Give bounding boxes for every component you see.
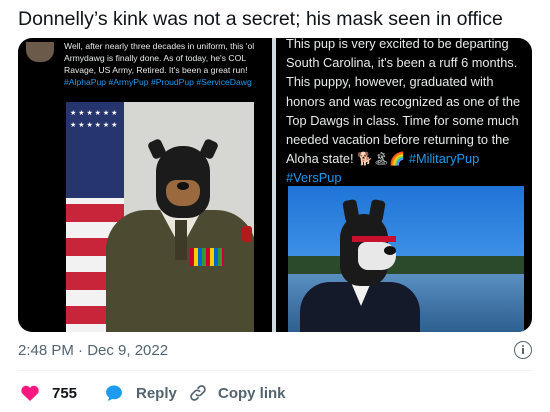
flag-canton [66,102,124,198]
lake-photo [288,186,524,332]
shoulder-patch [242,226,252,242]
info-icon[interactable] [514,341,532,359]
necktie [175,220,187,260]
like-count: 755 [52,384,78,402]
reply-label: Reply [136,384,177,402]
media-image-right[interactable]: This pup is very excited to be departing… [276,38,532,332]
tweet-text: Donnelly’s kink was not a secret; his ma… [18,8,503,30]
left-caption-hashtags: #AlphaPup #ArmyPup #ProudPup #ServiceDaw… [64,77,252,87]
mask-nose [177,182,189,190]
tree-line [288,256,524,276]
copy-link-label: Copy link [218,384,286,402]
uniform-photo [66,102,254,332]
tweet-timestamp[interactable]: 2:48 PM · Dec 9, 2022 [18,342,168,359]
copy-link-button[interactable]: Copy link [188,381,286,405]
tweet-media[interactable]: Well, after nearly three decades in unif… [18,38,532,332]
ribbon-rack [190,248,224,266]
media-image-left[interactable]: Well, after nearly three decades in unif… [18,38,272,332]
tweet-actions: 755 Reply Copy link [18,381,532,405]
tweet-meta: 2:48 PM · Dec 9, 2022 [18,340,532,364]
divider [18,370,532,371]
link-icon [190,385,206,401]
reply-button[interactable]: Reply [104,381,177,405]
heart-icon [21,385,39,401]
right-image-caption: This pup is very excited to be departing… [286,38,530,188]
left-caption-text: Well, after nearly three decades in unif… [64,41,255,75]
mask-nose [384,246,396,255]
reply-icon [106,385,122,401]
left-image-caption: Well, after nearly three decades in unif… [64,40,266,88]
avatar [26,42,54,62]
right-caption-text: This pup is very excited to be departing… [286,38,521,167]
like-button[interactable]: 755 [20,381,77,405]
